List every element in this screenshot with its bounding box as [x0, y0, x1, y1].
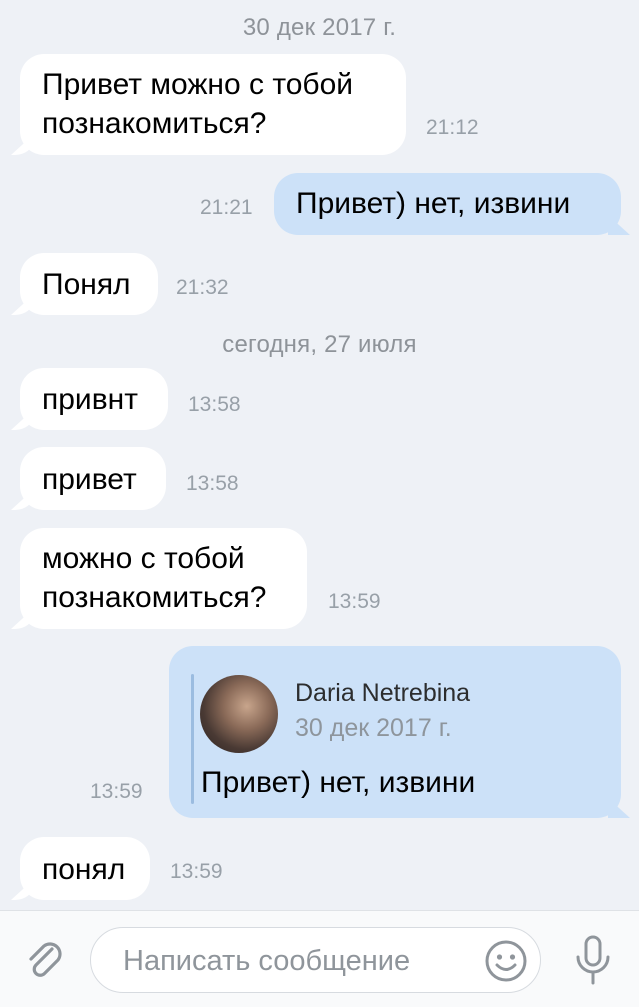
message-text-line: Понял — [42, 268, 131, 301]
message-time: 13:59 — [328, 590, 381, 613]
outgoing-message-bubble[interactable]: Привет) нет, извини — [274, 173, 621, 235]
message-time: 21:32 — [176, 276, 229, 299]
message-input-box[interactable] — [90, 927, 541, 994]
incoming-message-bubble[interactable]: Привет можно с тобой познакомиться? — [20, 54, 406, 155]
message-text-line: Привет можно с тобой — [42, 68, 354, 101]
message-text-line: Привет) нет, извини — [296, 187, 571, 220]
incoming-message-bubble[interactable]: привнт — [20, 368, 168, 430]
avatar[interactable] — [200, 675, 278, 753]
incoming-message-bubble[interactable]: привет — [20, 447, 166, 510]
date-separator: 30 дек 2017 г. — [242, 14, 397, 41]
message-list[interactable]: 30 дек 2017 г. Привет можно с тобой позн… — [0, 0, 639, 910]
forwarded-author-name[interactable]: Daria Netrebina — [295, 678, 470, 708]
message-time: 13:58 — [188, 393, 241, 416]
message-time: 13:58 — [186, 472, 239, 495]
message-input[interactable] — [121, 928, 475, 994]
incoming-message-bubble[interactable]: Понял — [20, 253, 158, 315]
message-text-line: познакомиться? — [42, 107, 267, 140]
forwarded-message-text: Привет) нет, извини — [201, 766, 476, 799]
incoming-message-bubble[interactable]: понял — [20, 837, 150, 900]
message-text-line: познакомиться? — [42, 581, 267, 614]
microphone-icon[interactable] — [570, 933, 616, 989]
incoming-message-bubble[interactable]: можно с тобой познакомиться? — [20, 528, 307, 629]
message-text-line: привнт — [42, 383, 138, 416]
message-time: 21:21 — [200, 196, 253, 219]
forward-quote-bar — [191, 674, 194, 804]
forwarded-date: 30 дек 2017 г. — [295, 714, 452, 742]
forwarded-message-bubble[interactable]: Daria Netrebina 30 дек 2017 г. Привет) н… — [169, 646, 621, 818]
date-separator: сегодня, 27 июля — [222, 331, 417, 358]
message-time: 21:12 — [426, 116, 479, 139]
message-text-line: привет — [42, 463, 137, 496]
message-time: 13:59 — [90, 780, 143, 803]
message-time: 13:59 — [170, 860, 223, 883]
paperclip-icon[interactable] — [22, 937, 68, 983]
message-composer — [0, 910, 639, 1007]
message-text-line: можно с тобой — [42, 542, 245, 575]
message-text-line: понял — [42, 853, 126, 886]
emoji-icon[interactable] — [483, 938, 529, 984]
